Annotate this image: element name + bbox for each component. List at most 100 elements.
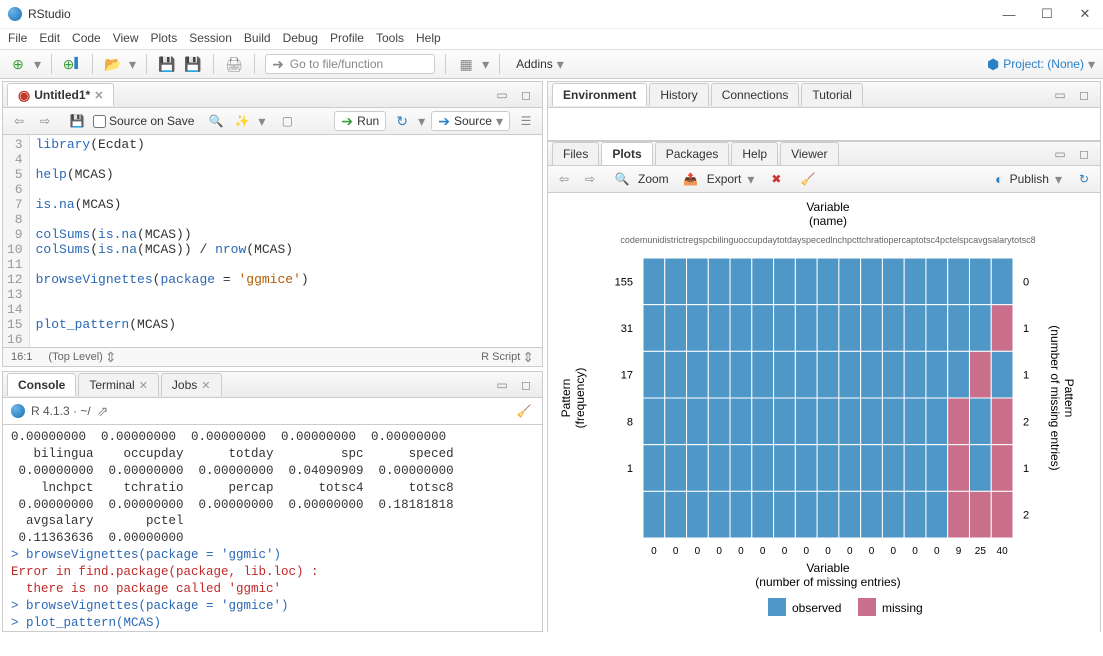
zoom-label[interactable]: Zoom bbox=[638, 172, 669, 186]
back-icon[interactable]: ⇦ bbox=[9, 111, 29, 131]
close-tab-icon[interactable]: ✕ bbox=[139, 379, 148, 392]
source-pane: ◉ Untitled1* ✕ ▭ ◻ ⇦ ⇨ 💾 Source on Save … bbox=[2, 81, 543, 367]
grid-icon[interactable]: ▦ bbox=[456, 54, 476, 74]
environment-pane: Environment History Connections Tutorial… bbox=[547, 81, 1101, 141]
rstudio-logo-icon bbox=[8, 7, 22, 21]
goto-file-input[interactable]: ➜ Go to file/function bbox=[265, 54, 435, 74]
tab-connections[interactable]: Connections bbox=[711, 83, 800, 106]
zoom-icon[interactable]: 🔍 bbox=[612, 169, 632, 189]
new-project-button[interactable]: ⊕▌ bbox=[62, 54, 82, 74]
addins-menu[interactable]: Addins ▾ bbox=[510, 55, 570, 73]
dropdown-icon[interactable]: ▾ bbox=[34, 57, 41, 71]
dropdown-icon[interactable]: ⇕ bbox=[105, 350, 117, 364]
scope-indicator[interactable]: (Top Level) bbox=[48, 351, 102, 363]
save-source-button[interactable]: 💾 bbox=[67, 111, 87, 131]
maximize-button[interactable]: ☐ bbox=[1037, 4, 1057, 24]
publish-label[interactable]: Publish bbox=[1010, 172, 1049, 186]
console-output[interactable]: 0.00000000 0.00000000 0.00000000 0.00000… bbox=[3, 425, 542, 631]
collapse-pane-icon[interactable]: ▭ bbox=[1050, 144, 1070, 164]
refresh-plot-icon[interactable]: ↻ bbox=[1074, 169, 1094, 189]
maximize-pane-icon[interactable]: ◻ bbox=[516, 85, 536, 105]
file-type-label[interactable]: R Script bbox=[481, 351, 520, 363]
tab-jobs[interactable]: Jobs✕ bbox=[161, 373, 222, 396]
tab-help[interactable]: Help bbox=[731, 142, 778, 165]
tab-tutorial[interactable]: Tutorial bbox=[801, 83, 863, 106]
close-tab-icon[interactable]: ✕ bbox=[201, 379, 210, 392]
menu-file[interactable]: File bbox=[8, 31, 27, 45]
tab-terminal[interactable]: Terminal✕ bbox=[78, 373, 159, 396]
find-icon[interactable]: 🔍 bbox=[206, 111, 226, 131]
project-icon: ⬢ bbox=[987, 57, 999, 71]
svg-text:25: 25 bbox=[975, 546, 987, 557]
forward-icon[interactable]: ⇨ bbox=[35, 111, 55, 131]
dropdown-icon[interactable]: ▾ bbox=[418, 114, 425, 128]
dropdown-icon[interactable]: ▾ bbox=[258, 114, 265, 128]
maximize-pane-icon[interactable]: ◻ bbox=[516, 375, 536, 395]
popout-icon[interactable]: ⇗ bbox=[97, 404, 109, 418]
publish-icon[interactable]: ◐ bbox=[995, 172, 1003, 186]
menu-session[interactable]: Session bbox=[189, 31, 232, 45]
minimize-button[interactable]: ― bbox=[999, 4, 1019, 24]
menu-plots[interactable]: Plots bbox=[151, 31, 178, 45]
tab-console[interactable]: Console bbox=[7, 373, 76, 396]
source-button[interactable]: ➔ Source ▾ bbox=[431, 111, 510, 131]
maximize-pane-icon[interactable]: ◻ bbox=[1074, 144, 1094, 164]
tab-environment[interactable]: Environment bbox=[552, 83, 647, 106]
menu-tools[interactable]: Tools bbox=[376, 31, 404, 45]
collapse-pane-icon[interactable]: ▭ bbox=[492, 375, 512, 395]
tab-files[interactable]: Files bbox=[552, 142, 599, 165]
outline-icon[interactable]: ☰ bbox=[516, 111, 536, 131]
save-button[interactable]: 💾 bbox=[157, 54, 177, 74]
menu-debug[interactable]: Debug bbox=[283, 31, 318, 45]
goto-placeholder: Go to file/function bbox=[290, 57, 383, 71]
source-on-save-input[interactable] bbox=[93, 115, 106, 128]
save-all-button[interactable]: 💾 bbox=[183, 54, 203, 74]
new-file-button[interactable]: ⊕ bbox=[8, 54, 28, 74]
tab-plots[interactable]: Plots bbox=[601, 142, 652, 165]
menu-view[interactable]: View bbox=[113, 31, 139, 45]
source-on-save-checkbox[interactable]: Source on Save bbox=[93, 114, 194, 128]
compile-report-icon[interactable]: ▢ bbox=[277, 111, 297, 131]
wand-icon[interactable]: ✨ bbox=[232, 111, 252, 131]
close-button[interactable]: ✕ bbox=[1075, 4, 1095, 24]
remove-plot-icon[interactable]: ✖ bbox=[766, 169, 786, 189]
rerun-icon[interactable]: ↻ bbox=[392, 111, 412, 131]
svg-text:0: 0 bbox=[716, 546, 722, 557]
export-icon[interactable]: 📤 bbox=[681, 169, 701, 189]
svg-text:0: 0 bbox=[869, 546, 875, 557]
dropdown-icon[interactable]: ▾ bbox=[1055, 172, 1062, 186]
plot-prev-icon[interactable]: ⇦ bbox=[554, 169, 574, 189]
print-button[interactable]: 🖨 bbox=[224, 54, 244, 74]
titlebar: RStudio ― ☐ ✕ bbox=[0, 0, 1103, 29]
dropdown-icon[interactable]: ▾ bbox=[482, 57, 489, 71]
dropdown-icon[interactable]: ▾ bbox=[747, 172, 754, 186]
r-script-icon: ◉ bbox=[18, 88, 30, 102]
tab-packages[interactable]: Packages bbox=[655, 142, 730, 165]
close-tab-icon[interactable]: ✕ bbox=[94, 89, 103, 102]
open-file-button[interactable]: 📂 bbox=[103, 54, 123, 74]
dropdown-icon[interactable]: ▾ bbox=[129, 57, 136, 71]
project-label: Project: (None) bbox=[1003, 57, 1084, 71]
tab-history[interactable]: History bbox=[649, 83, 708, 106]
source-tab[interactable]: ◉ Untitled1* ✕ bbox=[7, 83, 114, 106]
collapse-pane-icon[interactable]: ▭ bbox=[1050, 85, 1070, 105]
tab-viewer[interactable]: Viewer bbox=[780, 142, 838, 165]
clear-console-icon[interactable]: 🧹 bbox=[514, 401, 534, 421]
menu-help[interactable]: Help bbox=[416, 31, 441, 45]
code-editor[interactable]: 345678910111213141516 library(Ecdat) hel… bbox=[3, 135, 542, 347]
dropdown-icon: ▾ bbox=[1088, 57, 1095, 71]
collapse-pane-icon[interactable]: ▭ bbox=[492, 85, 512, 105]
project-indicator[interactable]: ⬢ Project: (None) ▾ bbox=[987, 57, 1095, 71]
svg-text:missing: missing bbox=[882, 601, 923, 615]
run-button[interactable]: ➔ Run bbox=[334, 111, 386, 131]
export-label[interactable]: Export bbox=[707, 172, 742, 186]
dropdown-icon[interactable]: ⇕ bbox=[522, 350, 534, 364]
svg-text:0: 0 bbox=[934, 546, 940, 557]
maximize-pane-icon[interactable]: ◻ bbox=[1074, 85, 1094, 105]
menu-profile[interactable]: Profile bbox=[330, 31, 364, 45]
menu-edit[interactable]: Edit bbox=[39, 31, 60, 45]
plot-next-icon[interactable]: ⇨ bbox=[580, 169, 600, 189]
menu-code[interactable]: Code bbox=[72, 31, 101, 45]
menu-build[interactable]: Build bbox=[244, 31, 271, 45]
clear-all-icon[interactable]: 🧹 bbox=[798, 169, 818, 189]
